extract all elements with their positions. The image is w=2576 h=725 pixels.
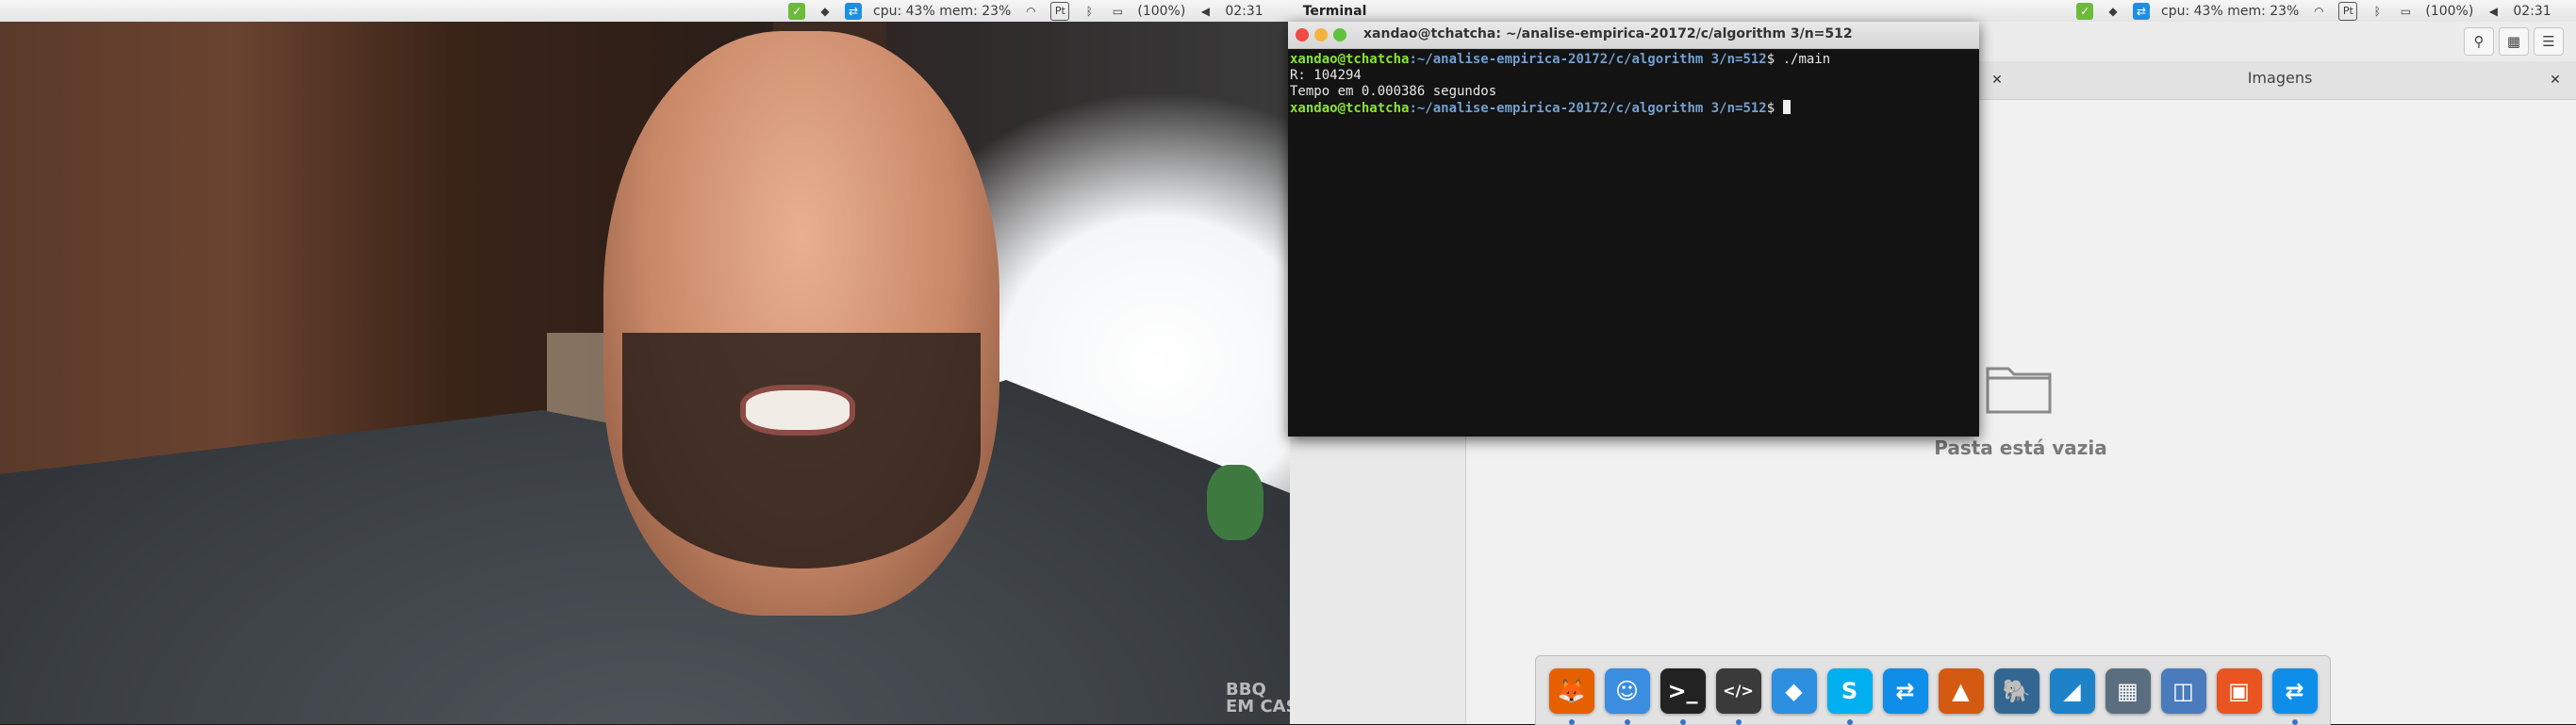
clock[interactable]: 02:31: [1225, 4, 1263, 19]
firefox-icon[interactable]: 🦊: [1548, 667, 1594, 725]
search-icon: ⚲: [2473, 33, 2485, 50]
ubuntu-software-icon[interactable]: ▣: [2216, 667, 2262, 714]
application-dock: 🦊 ☺ >_ </> ◆ S ⇄ ▲ 🐘 ◢ ▦ ◫ ▣ ⇄: [1535, 655, 2331, 725]
teamviewer-2-icon[interactable]: ⇄: [2271, 667, 2318, 725]
volume-icon[interactable]: ◀: [1197, 3, 1214, 20]
command-text: $ ./main: [1766, 52, 1831, 67]
terminal-line: Tempo em 0.000386 segundos: [1290, 84, 1497, 99]
close-tab-icon[interactable]: ✕: [1988, 71, 2006, 90]
teamviewer-icon[interactable]: ⇄: [1882, 667, 1928, 714]
volume-icon[interactable]: ◀: [2485, 3, 2502, 20]
close-tab-icon[interactable]: ✕: [2546, 71, 2565, 90]
keyboard-layout-indicator[interactable]: Pt: [2338, 1, 2358, 21]
battery-icon[interactable]: ▭: [1109, 3, 1126, 20]
close-window-icon[interactable]: [1296, 28, 1309, 41]
cpu-mem-indicator[interactable]: cpu: 43% mem: 23%: [2161, 4, 2299, 19]
tray-left: ✓ ◆ ⇄ cpu: 43% mem: 23% ◠ Pt ᛒ ▭ (100%) …: [788, 0, 1366, 22]
folder-icon: [1986, 367, 2052, 414]
battery-level[interactable]: (100%): [2425, 4, 2473, 19]
hamburger-icon: ☰: [2542, 33, 2555, 50]
tab-imagens[interactable]: Imagens: [2091, 69, 2469, 87]
network-manager-icon[interactable]: ▦: [2105, 667, 2151, 714]
person-mouth: [740, 385, 855, 436]
terminal-icon[interactable]: >_: [1660, 667, 1706, 725]
terminal-window[interactable]: xandao@tchatcha: ~/analise-empirica-2017…: [1288, 22, 1979, 437]
dropbox-icon[interactable]: ◆: [1771, 667, 1817, 714]
virtualbox-icon[interactable]: ◫: [2160, 667, 2206, 714]
tray-right: ✓ ◆ ⇄ cpu: 43% mem: 23% ◠ Pt ᛒ ▭ (100%) …: [2076, 0, 2576, 22]
wifi-icon[interactable]: ◠: [1022, 3, 1039, 20]
grid-icon: ▦: [2506, 33, 2521, 50]
battery-icon[interactable]: ▭: [2397, 3, 2414, 20]
top-panel: ✓ ◆ ⇄ cpu: 43% mem: 23% ◠ Pt ᛒ ▭ (100%) …: [0, 0, 2576, 23]
check-icon[interactable]: ✓: [2076, 2, 2093, 20]
command-text: $: [1766, 101, 1783, 116]
video-watermark: BBQ EM CASA: [1226, 680, 1290, 717]
prompt-path: :~/analise-empirica-20172/c/algorithm 3/…: [1409, 101, 1767, 116]
terminal-prompt-line[interactable]: xandao@tchatcha:~/analise-empirica-20172…: [1290, 100, 1977, 117]
keyboard-layout-indicator[interactable]: Pt: [1050, 1, 1070, 21]
matlab-icon[interactable]: ▲: [1938, 667, 1984, 714]
dropbox-tray-icon[interactable]: ◆: [2105, 3, 2122, 20]
wifi-icon[interactable]: ◠: [2310, 3, 2327, 20]
mysql-workbench-icon[interactable]: ◢: [2049, 667, 2095, 714]
person-beard: [622, 333, 981, 568]
text-cursor: [1782, 100, 1791, 114]
active-app-title: Terminal: [1302, 3, 1367, 19]
dropbox-tray-icon[interactable]: ◆: [817, 3, 834, 20]
prompt-user: xandao@tchatcha: [1290, 101, 1410, 116]
empty-folder-message: Pasta está vazia: [1934, 437, 2107, 459]
apple-icon[interactable]: [1275, 3, 1292, 20]
prompt-user: xandao@tchatcha: [1290, 52, 1410, 67]
postgresql-icon[interactable]: 🐘: [1993, 667, 2039, 714]
background-person: [1207, 465, 1263, 540]
maximize-window-icon[interactable]: [1333, 28, 1346, 41]
prompt-path: :~/analise-empirica-20172/c/algorithm 3/…: [1409, 52, 1767, 67]
finder-icon[interactable]: ☺: [1604, 667, 1650, 725]
battery-level[interactable]: (100%): [1137, 4, 1185, 19]
skype-icon[interactable]: S: [1826, 667, 1873, 725]
teamviewer-tray-icon[interactable]: ⇄: [845, 2, 862, 20]
terminal-line: R: 104294: [1290, 68, 1362, 83]
bluetooth-icon[interactable]: ᛒ: [1081, 3, 1098, 20]
terminal-titlebar[interactable]: xandao@tchatcha: ~/analise-empirica-2017…: [1288, 22, 1979, 49]
terminal-output[interactable]: xandao@tchatcha:~/analise-empirica-20172…: [1288, 48, 1979, 437]
view-mode-button[interactable]: ▦: [2499, 27, 2529, 56]
teamviewer-tray-icon[interactable]: ⇄: [2133, 2, 2150, 20]
code-editor-icon[interactable]: </>: [1715, 667, 1761, 725]
menu-button[interactable]: ☰: [2534, 27, 2564, 56]
clock[interactable]: 02:31: [2513, 4, 2551, 19]
apple-icon[interactable]: [2563, 3, 2576, 20]
terminal-title: xandao@tchatcha: ~/analise-empirica-2017…: [1363, 26, 1853, 41]
bluetooth-icon[interactable]: ᛒ: [2369, 3, 2386, 20]
check-icon[interactable]: ✓: [788, 2, 805, 20]
search-button[interactable]: ⚲: [2464, 27, 2494, 56]
video-player[interactable]: BBQ EM CASA: [0, 22, 1290, 724]
cpu-mem-indicator[interactable]: cpu: 43% mem: 23%: [873, 4, 1011, 19]
minimize-window-icon[interactable]: [1314, 28, 1328, 41]
terminal-line: xandao@tchatcha:~/analise-empirica-20172…: [1290, 52, 1977, 68]
